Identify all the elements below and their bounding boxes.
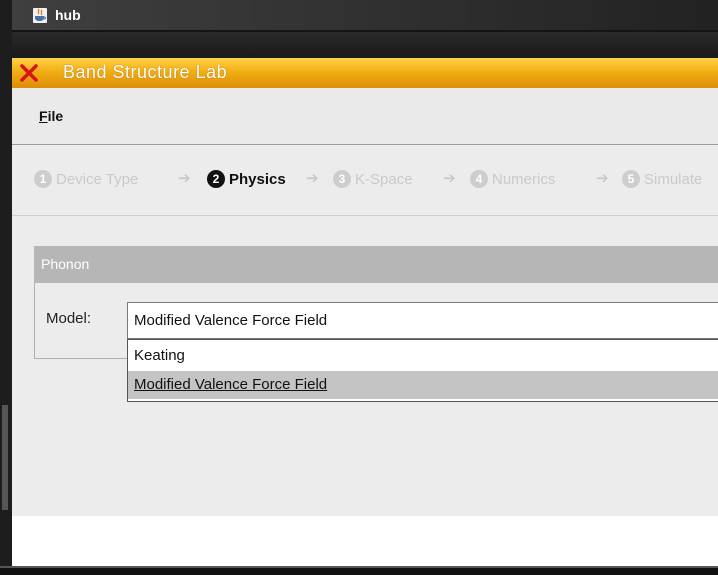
menu-file-label: ile xyxy=(47,108,64,124)
window-title: hub xyxy=(55,7,81,23)
panel-header: Phonon xyxy=(34,246,718,283)
option-label: Keating xyxy=(134,347,185,364)
step-label: Physics xyxy=(229,170,286,188)
bottom-edge-highlight xyxy=(0,566,718,568)
model-combobox[interactable]: Modified Valence Force Field xyxy=(127,302,718,339)
step-label: Simulate xyxy=(644,170,703,188)
java-icon xyxy=(33,8,47,23)
step-number: 5 xyxy=(622,170,640,188)
menu-file-mnemonic: F xyxy=(39,108,48,124)
step-number: 3 xyxy=(333,170,351,188)
app-titlebar[interactable]: Band Structure Lab xyxy=(12,32,718,88)
screenshot-frame: hub Band Structure Lab File 1 Device Type… xyxy=(0,0,718,575)
wizard-steps: 1 Device Type ➔ 2 Physics ➔ 3 K-Space ➔ 4 Nu… xyxy=(12,145,718,216)
arrow-right-icon: ➔ xyxy=(306,170,319,187)
option-keating[interactable]: Keating xyxy=(128,342,718,370)
step-label: Device Type xyxy=(56,170,139,188)
step-number: 1 xyxy=(34,170,52,188)
step-number: 2 xyxy=(207,170,225,188)
arrow-right-icon: ➔ xyxy=(178,170,191,187)
step-numerics[interactable]: 4 Numerics xyxy=(470,170,555,188)
blank-area xyxy=(12,516,718,566)
arrow-right-icon: ➔ xyxy=(443,170,456,187)
panel-title: Phonon xyxy=(41,256,90,272)
left-edge-stripe xyxy=(2,405,8,510)
window-left-edge xyxy=(0,0,12,575)
model-label: Model: xyxy=(46,310,92,327)
step-k-space[interactable]: 3 K-Space xyxy=(333,170,413,188)
step-number: 4 xyxy=(470,170,488,188)
window-titlebar[interactable]: hub xyxy=(12,0,718,32)
window-bottom-edge xyxy=(0,566,718,575)
content-area: Phonon Model: Modified Valence Force Fie… xyxy=(12,216,718,516)
app-title: Band Structure Lab xyxy=(63,62,228,82)
menu-bar: File xyxy=(12,88,718,145)
menu-file[interactable]: File xyxy=(39,108,63,124)
model-combobox-value: Modified Valence Force Field xyxy=(134,312,328,329)
arrow-right-icon: ➔ xyxy=(596,170,609,187)
step-physics[interactable]: 2 Physics xyxy=(207,170,286,188)
option-label: Modified Valence Force Field xyxy=(134,376,328,393)
phonon-panel: Phonon Model: Modified Valence Force Fie… xyxy=(34,246,718,402)
close-icon[interactable] xyxy=(19,62,39,84)
option-modified-valence-force-field[interactable]: Modified Valence Force Field xyxy=(128,371,718,399)
step-label: Numerics xyxy=(492,170,556,188)
model-dropdown-list: Keating Modified Valence Force Field xyxy=(127,339,718,402)
step-simulate[interactable]: 5 Simulate xyxy=(622,170,702,188)
step-label: K-Space xyxy=(355,170,413,188)
step-device-type[interactable]: 1 Device Type xyxy=(34,170,138,188)
